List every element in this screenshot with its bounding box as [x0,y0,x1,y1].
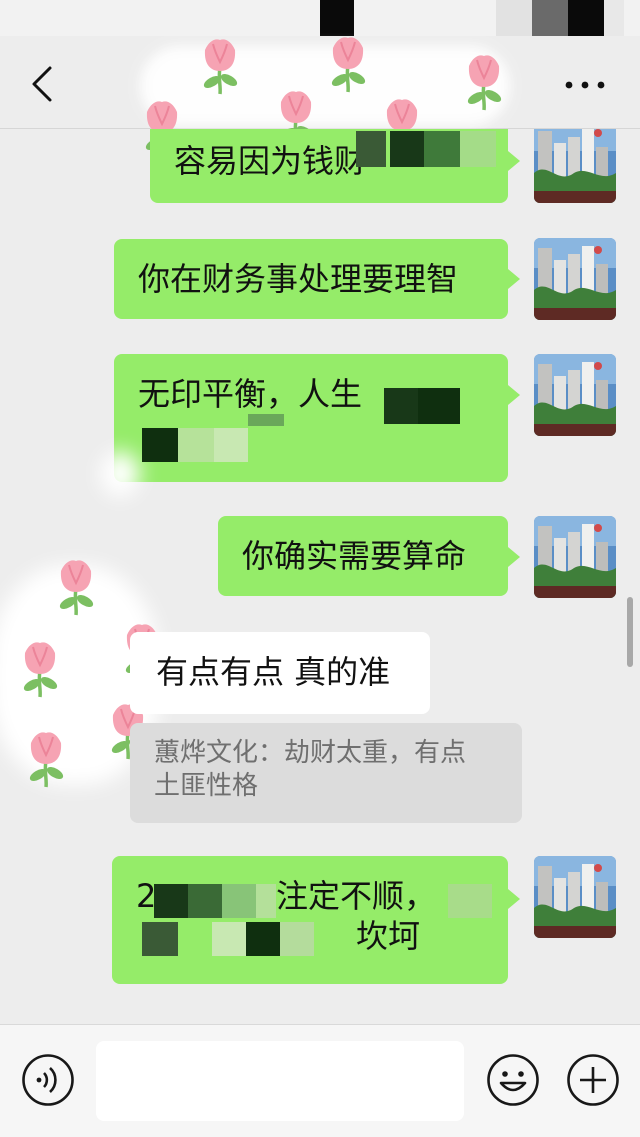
status-bar-mosaic [568,0,604,36]
mosaic-censor [178,428,214,462]
chat-area[interactable]: 容易因为钱财 你在财务事处理要理智 无印平衡，人生 你确实需要算命 有点有点 真… [0,129,640,1025]
bubble-tail [508,385,520,405]
scrollbar[interactable] [627,597,633,667]
mosaic-censor [356,131,386,167]
more-dots-icon[interactable] [560,70,610,100]
mosaic-censor [280,922,314,956]
mosaic-censor [390,131,424,167]
message-bubble-outgoing[interactable]: 容易因为钱财 [150,129,508,203]
message-bubble-outgoing[interactable]: 2 注定不顺， 坎坷 [112,856,508,984]
message-text: 有点有点 真的准 [156,653,391,691]
status-bar-mosaic [496,0,532,36]
plus-icon[interactable] [566,1053,620,1107]
mosaic-censor [448,884,492,918]
mosaic-censor [246,922,280,956]
avatar[interactable] [534,516,616,598]
avatar[interactable] [534,238,616,320]
bubble-tail [508,889,520,909]
mosaic-censor [154,884,188,918]
status-bar-mosaic [604,0,624,36]
mosaic-censor [256,884,276,918]
quote-line: 蕙烨文化：劫财太重，有点 [154,738,467,768]
input-bar [0,1024,640,1137]
flower-sticker-icon [460,48,508,112]
message-input[interactable] [96,1041,464,1121]
mosaic-censor [248,414,284,426]
message-text: 你确实需要算命 [242,537,467,575]
nav-bar [0,40,640,129]
flower-sticker-icon [52,553,100,617]
avatar[interactable] [534,129,616,203]
avatar[interactable] [534,856,616,938]
mosaic-censor [212,922,246,956]
mosaic-censor [424,131,460,167]
quoted-message[interactable]: 蕙烨文化：劫财太重，有点 土匪性格 [130,723,522,823]
bubble-tail [508,151,520,171]
quote-line: 土匪性格 [154,771,259,801]
mosaic-censor [384,388,418,424]
bubble-tail [508,269,520,289]
bubble-tail [508,547,520,567]
flower-sticker-icon [324,30,372,94]
chevron-left-icon[interactable] [22,62,62,106]
message-text: 容易因为钱财 [174,142,367,180]
status-bar-mosaic [532,0,568,36]
emoji-icon[interactable] [486,1053,540,1107]
flower-sticker-icon [22,725,70,789]
message-text: 注定不顺， [276,877,437,915]
message-text-suffix: 坎坷 [356,917,421,955]
message-text: 无印平衡，人生 [138,375,363,413]
mosaic-censor [222,884,256,918]
mosaic-censor [418,388,460,424]
voice-icon[interactable] [21,1053,75,1107]
message-bubble-outgoing[interactable]: 你在财务事处理要理智 [114,239,508,319]
mosaic-censor [142,428,178,462]
flower-sticker-icon [196,32,244,96]
avatar[interactable] [534,354,616,436]
message-bubble-outgoing[interactable]: 无印平衡，人生 [114,354,508,482]
mosaic-censor [188,884,222,918]
flower-sticker-icon [16,635,64,699]
message-bubble-outgoing[interactable]: 你确实需要算命 [218,516,508,596]
mosaic-censor [214,428,248,462]
status-bar [0,0,640,40]
message-bubble-incoming[interactable]: 有点有点 真的准 [130,632,430,714]
obscured-area [100,451,140,497]
mosaic-censor [142,922,178,956]
message-text: 你在财务事处理要理智 [138,260,459,298]
mosaic-censor [460,131,496,167]
